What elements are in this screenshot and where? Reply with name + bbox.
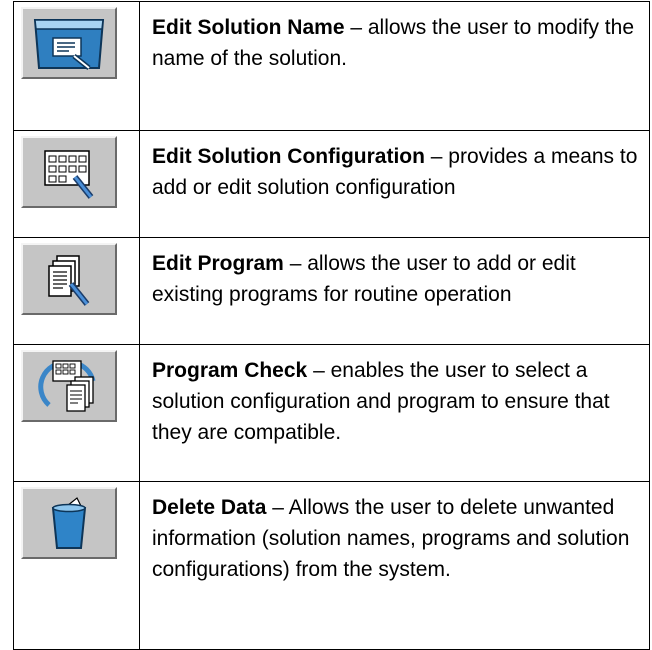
edit-solution-name-icon: [33, 19, 105, 70]
table-row: Edit Solution Configuration – provides a…: [13, 130, 650, 238]
function-table: Edit Solution Name – allows the user to …: [13, 1, 650, 650]
description-cell: Edit Solution Name – allows the user to …: [139, 1, 650, 131]
description-cell: Program Check – enables the user to sele…: [139, 344, 650, 482]
edit-solution-configuration-button[interactable]: [21, 136, 117, 208]
table-row: Delete Data – Allows the user to delete …: [13, 481, 650, 650]
row-title: Edit Solution Configuration: [152, 145, 425, 168]
row-title: Edit Program: [152, 252, 284, 275]
delete-data-button[interactable]: [21, 487, 117, 559]
icon-cell: [13, 237, 140, 345]
icon-cell: [13, 130, 140, 238]
program-check-icon: [38, 360, 96, 412]
icon-cell: [13, 481, 140, 650]
table-row: Program Check – enables the user to sele…: [13, 344, 650, 482]
row-title: Delete Data: [152, 496, 267, 519]
row-title: Edit Solution Name: [152, 16, 345, 39]
description-cell: Edit Solution Configuration – provides a…: [139, 130, 650, 238]
table-row: Edit Solution Name – allows the user to …: [13, 1, 650, 131]
icon-cell: [13, 344, 140, 482]
description-cell: Delete Data – Allows the user to delete …: [139, 481, 650, 650]
description-cell: Edit Program – allows the user to add or…: [139, 237, 650, 345]
delete-data-icon: [51, 497, 87, 549]
edit-program-button[interactable]: [21, 243, 117, 315]
row-title: Program Check: [152, 359, 308, 382]
table-row: Edit Program – allows the user to add or…: [13, 237, 650, 345]
program-check-button[interactable]: [21, 350, 117, 422]
edit-program-icon: [48, 255, 90, 306]
edit-solution-name-button[interactable]: [21, 7, 117, 79]
icon-cell: [13, 1, 140, 131]
edit-solution-configuration-icon: [44, 150, 94, 199]
